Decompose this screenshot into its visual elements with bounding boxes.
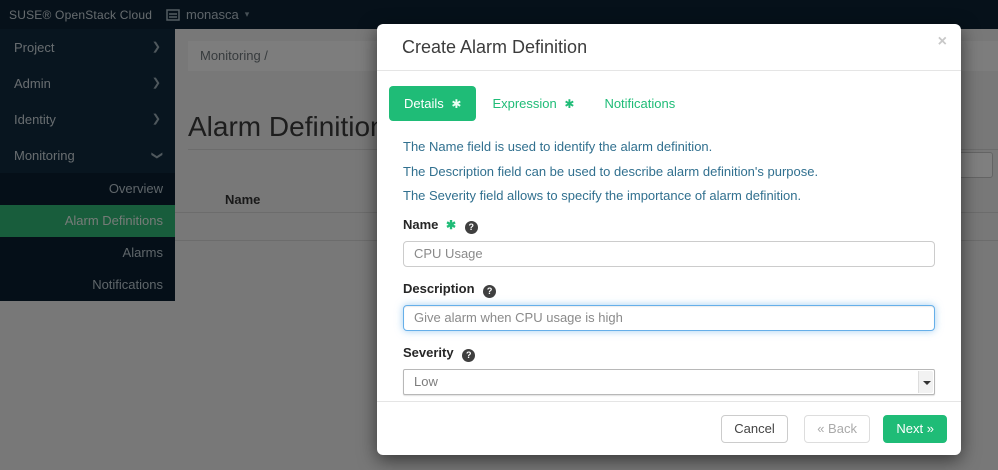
required-asterisk-icon: ✱ bbox=[446, 218, 456, 232]
question-circle-icon: ? bbox=[462, 349, 475, 362]
label-text: Name bbox=[403, 217, 438, 232]
name-label: Name ✱ ? bbox=[403, 217, 935, 234]
tab-label: Expression bbox=[492, 96, 556, 111]
label-text: Description bbox=[403, 281, 475, 296]
description-label: Description ? bbox=[403, 281, 935, 298]
back-button[interactable]: « Back bbox=[804, 415, 870, 443]
severity-label: Severity ? bbox=[403, 345, 935, 362]
cancel-button[interactable]: Cancel bbox=[721, 415, 787, 443]
severity-select[interactable]: Low bbox=[403, 369, 935, 395]
tab-expression[interactable]: Expression ✱ bbox=[492, 96, 574, 111]
required-asterisk-icon: ✱ bbox=[451, 97, 461, 111]
dropdown-caret-icon bbox=[918, 371, 933, 393]
label-text: Severity bbox=[403, 345, 454, 360]
severity-selected-value: Low bbox=[414, 374, 438, 389]
modal-header: Create Alarm Definition × bbox=[377, 24, 961, 71]
name-field[interactable] bbox=[403, 241, 935, 267]
question-circle-icon: ? bbox=[483, 285, 496, 298]
tab-label: Notifications bbox=[604, 96, 675, 111]
tab-details[interactable]: Details ✱ bbox=[389, 86, 476, 121]
modal-title: Create Alarm Definition bbox=[402, 37, 587, 57]
help-text-name: The Name field is used to identify the a… bbox=[403, 140, 935, 154]
tab-notifications[interactable]: Notifications bbox=[604, 96, 675, 111]
help-text-description: The Description field can be used to des… bbox=[403, 165, 935, 179]
question-circle-icon: ? bbox=[465, 221, 478, 234]
wizard-tabs: Details ✱ Expression ✱ Notifications bbox=[389, 86, 961, 121]
next-button[interactable]: Next » bbox=[883, 415, 947, 443]
modal-footer: Cancel « Back Next » bbox=[377, 401, 961, 455]
create-alarm-definition-modal: Create Alarm Definition × Details ✱ Expr… bbox=[377, 24, 961, 455]
description-field[interactable] bbox=[403, 305, 935, 331]
help-text-severity: The Severity field allows to specify the… bbox=[403, 189, 935, 203]
close-icon[interactable]: × bbox=[938, 34, 947, 50]
modal-body: The Name field is used to identify the a… bbox=[377, 121, 961, 395]
tab-label: Details bbox=[404, 96, 444, 111]
required-asterisk-icon: ✱ bbox=[564, 97, 574, 111]
